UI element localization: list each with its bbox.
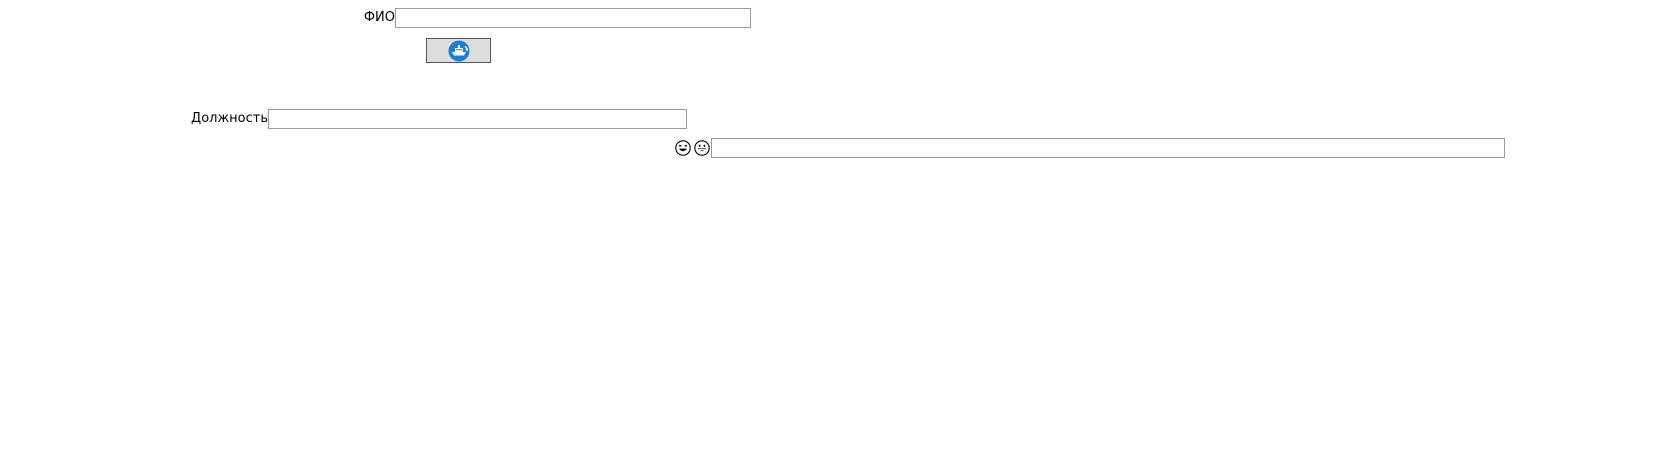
ship-refresh-button[interactable] [426, 38, 491, 63]
fio-input[interactable] [395, 8, 751, 28]
ship-refresh-icon [448, 40, 469, 61]
position-label: Должность [191, 111, 268, 126]
position-input[interactable] [268, 109, 687, 129]
extra-input[interactable] [711, 138, 1505, 158]
fio-label: ФИО [363, 10, 395, 25]
laughing-face-icon [675, 140, 691, 156]
grinning-face-icon [694, 140, 710, 156]
form-page: ФИО Должность [0, 0, 1675, 461]
